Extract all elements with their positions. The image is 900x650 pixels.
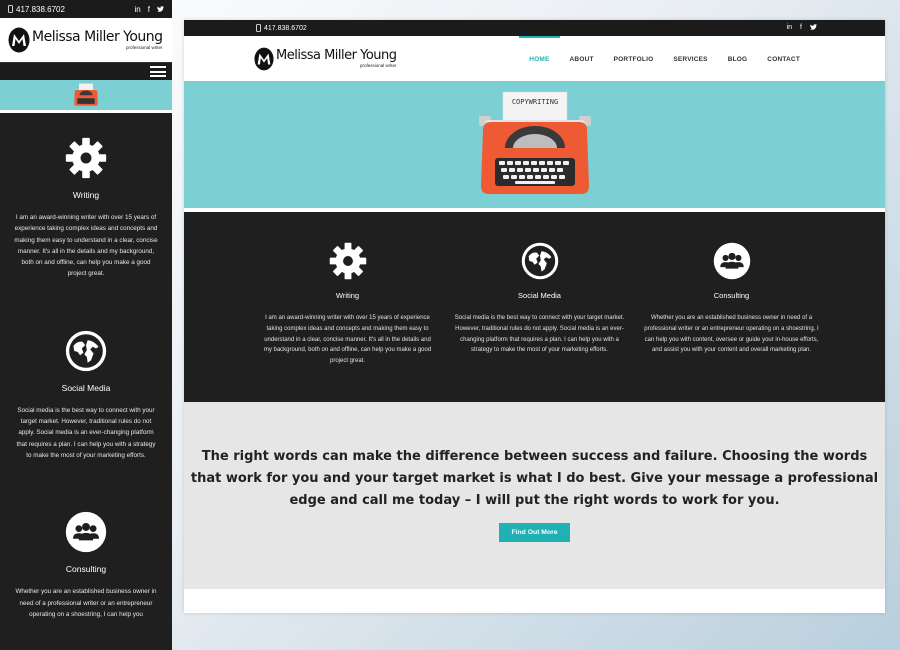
service-title: Social Media [61, 382, 111, 393]
services-section: Writing I am an award-winning writer wit… [184, 212, 885, 402]
mobile-top-bar: 417.838.6702 in f [0, 0, 172, 18]
linkedin-icon[interactable]: in [135, 5, 141, 14]
service-title: Writing [335, 291, 360, 300]
typewriter-illustration: COPYWRITING [478, 91, 591, 194]
social-links: in f [135, 5, 164, 14]
mobile-header: Melissa Miller Young professional writer [0, 18, 172, 62]
logo-tagline: professional writer [126, 45, 163, 50]
logo-name: Melissa Miller Young [32, 29, 163, 45]
service-description: Whether you are an established business … [644, 315, 819, 354]
mobile-hero [0, 80, 172, 113]
tagline-section: The right words can make the difference … [184, 402, 885, 589]
globe-icon [521, 242, 558, 280]
service-title: Social Media [518, 291, 561, 300]
people-icon [713, 242, 750, 280]
hero-banner: COPYWRITING [184, 81, 885, 212]
gear-icon [65, 137, 107, 179]
logo[interactable]: Melissa Miller Young professional writer [254, 47, 397, 71]
logo-mark [254, 47, 274, 70]
main-nav: HOME ABOUT PORTFOLIO SERVICES BLOG CONTA… [519, 36, 810, 81]
phone-icon [8, 5, 13, 13]
service-description: I am an award-winning writer with over 1… [14, 214, 158, 278]
service-description: Social media is the best way to connect … [454, 315, 625, 354]
phone-icon [256, 24, 261, 32]
nav-about[interactable]: ABOUT [560, 36, 604, 81]
logo-name: Melissa Miller Young [276, 48, 397, 63]
facebook-icon[interactable]: f [148, 5, 150, 14]
desktop-top-bar: 417.838.6702 in f [184, 20, 885, 36]
paper-text: COPYWRITING [511, 98, 557, 106]
service-consulting: Consulting Whether you are an establishe… [644, 242, 820, 402]
nav-home[interactable]: HOME [519, 36, 560, 81]
mobile-menu-bar [0, 62, 172, 80]
service-title: Consulting [713, 291, 750, 300]
mobile-mockup: 417.838.6702 in f Melissa Miller Young p… [0, 0, 172, 650]
tagline-text: The right words can make the difference … [190, 449, 879, 508]
social-links: in f [787, 24, 817, 32]
service-description: Social media is the best way to connect … [16, 406, 156, 459]
service-social-media: Social Media Social media is the best wa… [452, 242, 628, 402]
logo[interactable]: Melissa Miller Young professional writer [8, 27, 163, 53]
globe-icon [65, 330, 107, 371]
mobile-service-social-media: Social Media Social media is the best wa… [14, 330, 158, 461]
service-description: Whether you are an established business … [15, 588, 157, 618]
service-description: I am an award-winning writer with over 1… [263, 315, 432, 365]
typewriter-illustration [74, 83, 98, 106]
desktop-header: Melissa Miller Young professional writer… [184, 36, 885, 81]
mobile-service-consulting: Consulting Whether you are an establishe… [14, 511, 158, 620]
phone-number: 417.838.6702 [16, 4, 65, 14]
phone-number: 417.838.6702 [264, 24, 307, 32]
nav-contact[interactable]: CONTACT [757, 36, 810, 81]
service-title: Consulting [65, 564, 107, 575]
nav-services[interactable]: SERVICES [663, 36, 717, 81]
mobile-service-writing: Writing I am an award-winning writer wit… [14, 137, 158, 280]
find-out-more-button[interactable]: Find Out More [499, 523, 570, 542]
hamburger-menu-icon[interactable] [150, 66, 166, 77]
nav-blog[interactable]: BLOG [718, 36, 758, 81]
twitter-icon[interactable] [157, 5, 164, 14]
phone-contact[interactable]: 417.838.6702 [8, 5, 65, 14]
gear-icon [329, 242, 366, 280]
nav-portfolio[interactable]: PORTFOLIO [604, 36, 664, 81]
linkedin-icon[interactable]: in [787, 24, 792, 32]
logo-mark [8, 27, 30, 53]
twitter-icon[interactable] [810, 24, 817, 32]
facebook-icon[interactable]: f [800, 24, 802, 32]
logo-tagline: professional writer [360, 63, 397, 68]
desktop-mockup: 417.838.6702 in f Melissa Miller Young p… [184, 20, 885, 613]
mobile-services: Writing I am an award-winning writer wit… [0, 137, 172, 620]
phone-contact[interactable]: 417.838.6702 [256, 24, 307, 32]
service-title: Writing [72, 190, 100, 200]
service-writing: Writing I am an award-winning writer wit… [260, 242, 436, 402]
people-icon [65, 512, 107, 553]
